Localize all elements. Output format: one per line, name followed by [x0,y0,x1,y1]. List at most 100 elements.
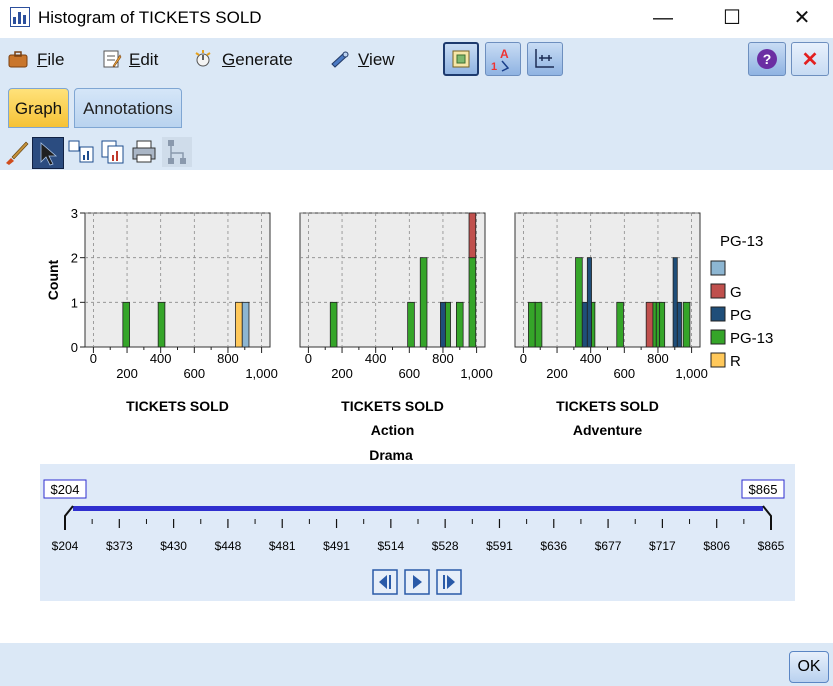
panel-icon [452,50,470,68]
legend-swatch [710,306,726,322]
histogram-bar [528,301,536,348]
legend-swatch [710,260,726,276]
minimize-button[interactable]: — [640,0,686,36]
sort-button[interactable]: A 1 [485,42,521,76]
histogram-bar [586,257,592,348]
slider-tick-label: $865 [758,539,785,553]
histogram-chart: 0 400 800 200 600 1,000 0 1 2 3 TICKETS SOLD 0 400 80… [45,206,773,463]
slider-tick-label: $448 [215,539,242,553]
histogram-bar [534,301,543,348]
tree-icon[interactable] [162,137,192,167]
axis-icon [535,49,554,68]
histogram-bar [419,257,428,348]
maximize-button[interactable]: ☐ [709,0,755,36]
play-button[interactable] [404,569,430,595]
chart-layout-icon[interactable] [66,137,96,167]
x-tick-label: 1,000 [460,366,493,381]
x-tick-label: 800 [217,351,239,366]
menu-edit[interactable]: Edit [129,50,158,70]
slider-tick-label: $636 [540,539,567,553]
x-tick-label: 600 [398,366,420,381]
menu-generate[interactable]: Generate [222,50,293,70]
slider-tick-label: $204 [52,539,79,553]
x-tick-label: 800 [432,351,454,366]
min-value-label: $204 [51,482,80,497]
svg-text:A: A [500,47,509,61]
y-tick-label: 3 [71,206,78,221]
histogram-bar [241,301,250,348]
x-axis-label: TICKETS SOLD [126,398,229,414]
telescope-icon [331,51,349,68]
histogram-bar [575,257,583,348]
tab-bar: Graph Annotations [0,82,833,134]
x-tick-label: 1,000 [245,366,278,381]
menu-view[interactable]: View [358,50,395,70]
menu-bar: File Edit Generate View [0,38,833,82]
x-tick-label: 0 [305,351,312,366]
tab-annotations[interactable]: Annotations [74,88,182,128]
histogram-bar [659,301,666,348]
slider-tick-label: $806 [703,539,730,553]
x-tick-label: 1,000 [675,366,708,381]
brush-icon[interactable] [2,137,32,167]
histogram-bar [645,301,654,348]
x-axis-label: TICKETS SOLD [341,398,444,414]
x-tick-label: 200 [331,366,353,381]
briefcase-icon [8,51,28,68]
step-back-button[interactable] [372,569,398,595]
histogram-bar [652,301,657,348]
y-tick-label: 0 [71,340,78,355]
y-tick-label: 2 [71,251,78,266]
histogram-bar [440,301,446,348]
x-axis-label: TICKETS SOLD [556,398,659,414]
slider-tick-label: $677 [595,539,622,553]
min-value-box: $204 [43,479,87,499]
print-icon[interactable] [130,137,160,167]
x-tick-label: 400 [365,351,387,366]
close-node-button[interactable]: ✕ [791,42,829,76]
title-bar: Histogram of TICKETS SOLD — ☐ ✕ [0,0,833,38]
histogram-bar [672,257,678,348]
histogram-bar [616,301,624,348]
y-tick-label: 1 [71,295,78,310]
slider-min-handle[interactable] [64,505,74,530]
legend-label: G [730,284,742,301]
max-value-label: $865 [749,482,778,497]
facet-row-label: Drama [369,447,413,463]
legend-swatch [710,283,726,299]
toggle-panel-button[interactable] [443,42,479,76]
legend-label: PG-13 [730,330,773,347]
slider-tick-label: $481 [269,539,296,553]
step-forward-button[interactable] [436,569,462,595]
close-button[interactable]: ✕ [779,0,825,36]
legend-title: PG-13 [720,233,763,250]
tab-graph[interactable]: Graph [8,88,69,128]
histogram-bar [157,301,166,348]
panel-label: Action [371,422,415,438]
axis-button[interactable] [527,42,563,76]
chart-panel: 0 400 800 200 600 1,000 TICKETS SOLD Adventure [514,212,708,438]
slider-tick-label: $717 [649,539,676,553]
slider-track[interactable] [73,506,763,511]
histogram-app-icon [10,7,30,27]
help-button[interactable]: ? [748,42,786,76]
histogram-bar [235,301,243,348]
copy-chart-icon[interactable] [98,137,128,167]
slider-tick-label: $430 [160,539,187,553]
legend-label: PG [730,307,752,324]
window-title: Histogram of TICKETS SOLD [38,8,262,27]
x-tick-label: 800 [647,351,669,366]
svg-text:1: 1 [491,61,497,73]
histogram-bar [676,301,682,348]
sort-icon: A 1 [491,47,510,73]
x-tick-label: 200 [116,366,138,381]
chart-panel: 0 400 800 200 600 1,000 TICKETS SOLD Action [299,212,493,438]
histogram-bar [468,212,477,259]
range-slider-panel: $204 $865 $204 $373 $430 $448 $481 $491 $514 $528… [40,464,795,601]
slider-max-handle[interactable] [762,505,772,530]
y-axis-label: Count [45,259,61,300]
ok-button[interactable]: OK [789,651,829,683]
plot-background [514,212,701,348]
menu-file[interactable]: File [37,50,64,70]
pointer-icon[interactable] [32,137,64,169]
